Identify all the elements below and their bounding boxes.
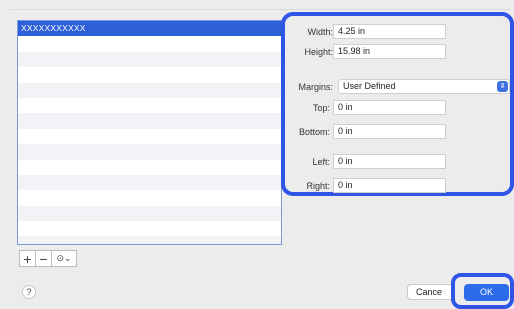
list-item[interactable] [18, 174, 281, 191]
list-item[interactable] [18, 129, 281, 144]
top-margin-label: Top: [312, 103, 330, 113]
remove-button[interactable]: − [35, 250, 52, 267]
options-menu-button[interactable]: ⊙⌄ [51, 250, 77, 267]
options-chevron-icon: ⊙⌄ [56, 253, 72, 263]
add-button[interactable]: + [19, 250, 36, 267]
minus-icon: − [39, 250, 48, 267]
list-item[interactable] [18, 160, 281, 175]
list-item[interactable]: XXXXXXXXXXX [18, 21, 281, 37]
list-item[interactable] [18, 190, 281, 205]
list-item[interactable] [18, 36, 281, 51]
height-field[interactable]: 15.98 in [333, 44, 446, 59]
list-item[interactable] [18, 82, 281, 98]
list-item-label: XXXXXXXXXXX [21, 23, 86, 33]
height-label: Height: [304, 47, 333, 57]
width-field[interactable]: 4.25 in [333, 24, 446, 39]
list-item[interactable] [18, 113, 281, 129]
list-item[interactable] [18, 144, 281, 160]
left-margin-label: Left: [312, 157, 330, 167]
list-item[interactable] [18, 67, 281, 82]
list-item[interactable] [18, 98, 281, 113]
list-item[interactable] [18, 205, 281, 222]
margins-select-value: User Defined [343, 81, 396, 91]
right-margin-label: Right: [306, 181, 330, 191]
list-toolbar: + − ⊙⌄ [19, 250, 77, 267]
top-margin-field[interactable]: 0 in [333, 100, 446, 115]
bottom-margin-field[interactable]: 0 in [333, 124, 446, 139]
width-label: Width: [307, 27, 333, 37]
paper-size-list[interactable]: XXXXXXXXXXX [17, 20, 282, 245]
list-item[interactable] [18, 236, 281, 244]
list-item[interactable] [18, 51, 281, 68]
select-arrows-icon: ⇕ [497, 81, 508, 92]
question-icon: ? [26, 287, 32, 297]
bottom-margin-label: Bottom: [298, 127, 330, 137]
list-item[interactable] [18, 221, 281, 236]
help-button[interactable]: ? [22, 285, 36, 299]
right-margin-field[interactable]: 0 in [333, 178, 446, 193]
window-top-divider [10, 0, 510, 10]
plus-icon: + [23, 250, 32, 267]
margins-label: Margins: [298, 82, 333, 92]
margins-select[interactable]: User Defined ⇕ [338, 79, 510, 94]
left-margin-field[interactable]: 0 in [333, 154, 446, 169]
ok-button[interactable]: OK [464, 284, 509, 301]
